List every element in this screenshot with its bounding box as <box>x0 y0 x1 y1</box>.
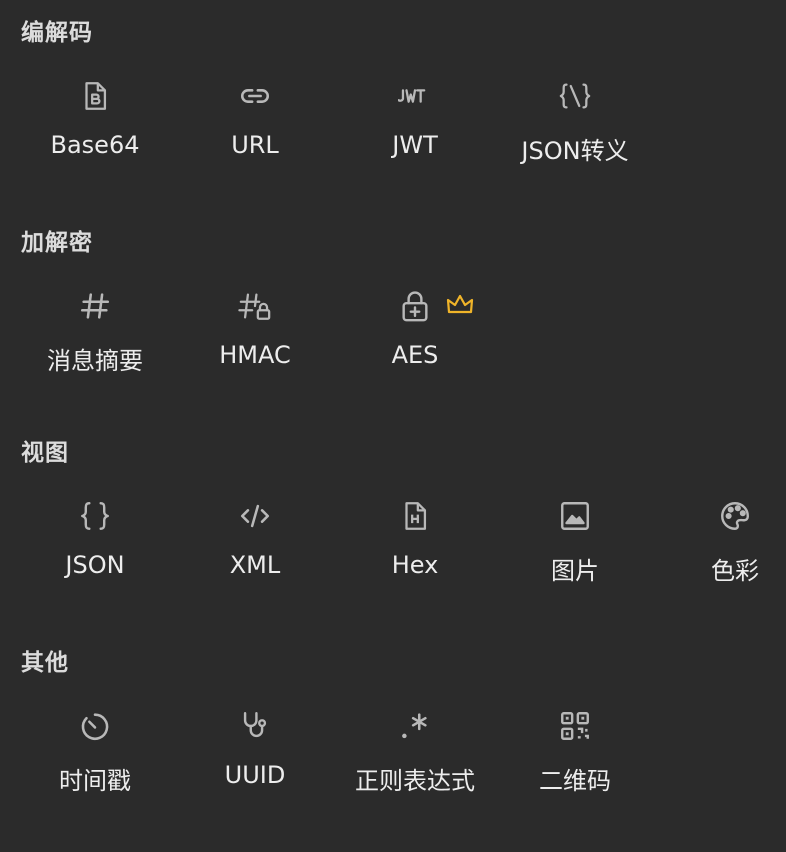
tool-timestamp[interactable]: 时间戳 <box>15 706 175 806</box>
tool-label: JWT <box>392 131 438 159</box>
tool-base64[interactable]: Base64 <box>15 76 175 176</box>
json-escape-icon <box>555 76 595 116</box>
lock-plus-icon <box>395 286 435 326</box>
tool-url[interactable]: URL <box>175 76 335 176</box>
file-b-icon <box>75 76 115 116</box>
tool-color[interactable]: 色彩 <box>655 496 786 596</box>
tool-label: AES <box>391 341 439 369</box>
tool-json-view[interactable]: JSON <box>15 496 175 596</box>
hash-icon <box>75 286 115 326</box>
link-icon <box>235 76 275 116</box>
tool-image[interactable]: 图片 <box>495 496 655 596</box>
section-title: 加解密 <box>21 230 93 256</box>
jwt-icon <box>395 76 435 116</box>
tool-label: Hex <box>391 551 439 579</box>
tool-label: 正则表达式 <box>355 767 475 795</box>
tool-label: 图片 <box>551 557 599 585</box>
tool-xml[interactable]: XML <box>175 496 335 596</box>
tool-label: JSON <box>65 551 125 579</box>
tool-label: 时间戳 <box>59 767 131 795</box>
stethoscope-icon <box>235 706 275 746</box>
tool-label: XML <box>229 551 281 579</box>
tool-jwt[interactable]: JWT <box>335 76 495 176</box>
tool-hex[interactable]: Hex <box>335 496 495 596</box>
file-h-icon <box>395 496 435 536</box>
qr-code-icon <box>555 706 595 746</box>
image-icon <box>555 496 595 536</box>
tool-digest[interactable]: 消息摘要 <box>15 286 175 386</box>
tool-regex[interactable]: 正则表达式 <box>335 706 495 806</box>
braces-icon <box>75 496 115 536</box>
tool-label: HMAC <box>219 341 291 369</box>
tool-label: Base64 <box>50 131 140 159</box>
regex-icon <box>395 706 435 746</box>
tool-qrcode[interactable]: 二维码 <box>495 706 655 806</box>
section-title: 视图 <box>21 440 69 466</box>
tool-label: URL <box>231 131 279 159</box>
section-title: 编解码 <box>21 20 93 46</box>
tool-label: JSON转义 <box>521 137 629 165</box>
section-title: 其他 <box>21 650 69 676</box>
hash-lock-icon <box>235 286 275 326</box>
tool-label: 二维码 <box>539 767 611 795</box>
palette-icon <box>715 496 755 536</box>
tool-label: 消息摘要 <box>47 347 143 375</box>
tool-json-escape[interactable]: JSON转义 <box>495 76 655 176</box>
tool-label: UUID <box>224 761 286 789</box>
crown-icon <box>446 294 474 314</box>
tool-uuid[interactable]: UUID <box>175 706 335 806</box>
timer-icon <box>75 706 115 746</box>
tool-hmac[interactable]: HMAC <box>175 286 335 386</box>
tool-label: 色彩 <box>711 557 759 585</box>
code-icon <box>235 496 275 536</box>
